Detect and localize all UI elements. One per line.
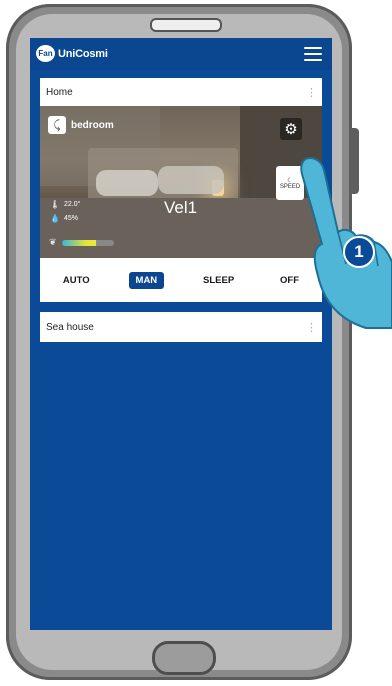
app-screen: Fan UniCosmi Home ⋮ ⤹ bedroom ⚙ ☾ SPEED … [30,38,332,630]
home-card-title: Home [46,86,73,98]
app-header: Fan UniCosmi [30,38,332,70]
phone-speaker [150,18,222,32]
temperature-value: 22.0° [64,201,81,208]
room-readings: 🌡 22.0° 💧 45% [50,198,80,226]
thermometer-icon: 🌡 [50,200,61,209]
brand-logo: Fan UniCosmi [36,45,108,62]
hamburger-menu-icon[interactable] [304,47,322,61]
fan-icon: ⤹ [48,116,66,134]
speed-label: Vel1 [164,198,198,217]
mode-auto-button[interactable]: AUTO [56,272,97,289]
step-number-badge: 1 [343,236,375,268]
sea-house-title: Sea house [46,321,94,333]
pointing-hand-icon [300,156,392,329]
phone-home-button[interactable] [152,641,216,675]
home-card: Home ⋮ ⤹ bedroom ⚙ ☾ SPEED 🌡 22.0° 💧 45%… [40,78,322,302]
room-name: bedroom [71,119,114,131]
room-tile-bedroom[interactable]: ⤹ bedroom ⚙ ☾ SPEED 🌡 22.0° 💧 45% Vel1 ❦ [40,106,322,258]
leaf-icon: ❦ [49,237,57,247]
brand-badge: Fan [36,45,55,62]
mode-selector: AUTO MAN SLEEP OFF [40,258,322,302]
water-drop-icon: 💧 [50,214,60,223]
mode-man-button[interactable]: MAN [128,271,165,289]
gear-icon[interactable]: ⚙ [280,118,302,140]
brand-name: UniCosmi [58,47,108,60]
room-label: ⤹ bedroom [48,116,114,134]
more-options-icon[interactable]: ⋮ [306,86,317,99]
mode-sleep-button[interactable]: SLEEP [196,272,241,289]
humidity-value: 45% [64,215,79,222]
fan-icon: ☾ [287,177,293,184]
air-quality-bar [62,240,114,246]
home-card-header: Home ⋮ [40,78,322,106]
sea-house-card[interactable]: Sea house ⋮ [40,312,322,342]
